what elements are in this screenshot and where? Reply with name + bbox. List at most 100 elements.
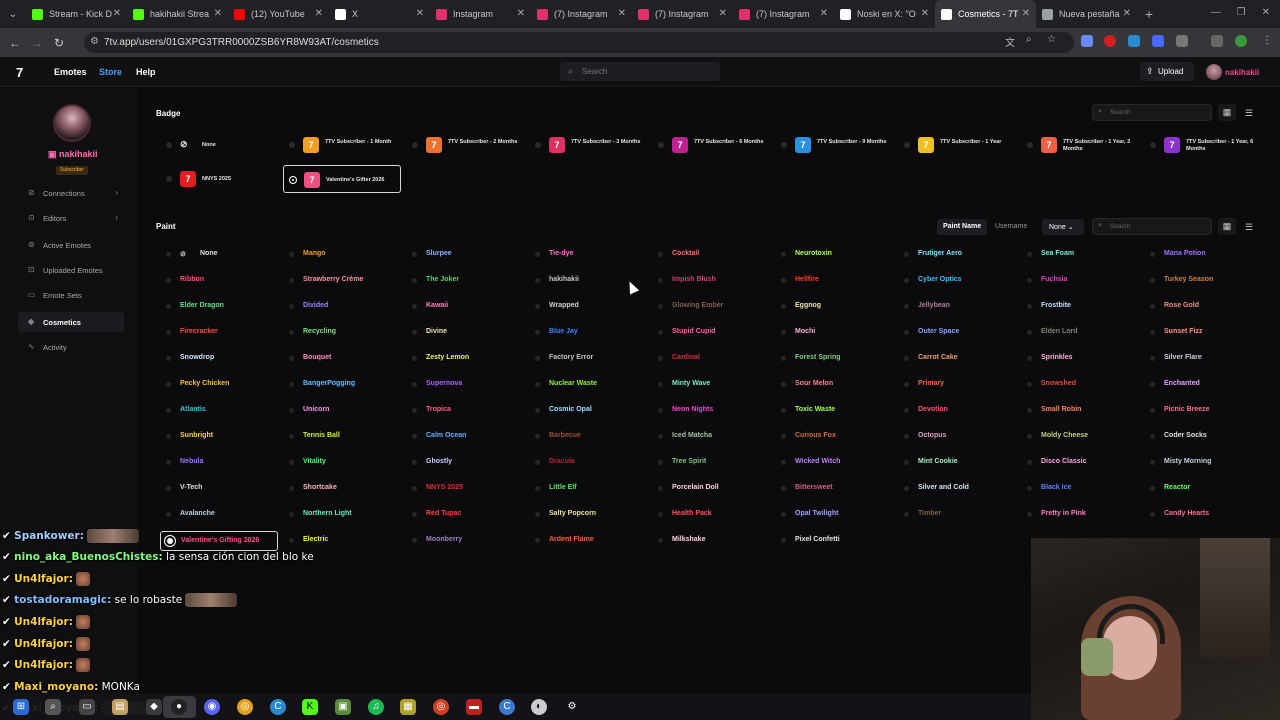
paint-option[interactable]: Carrot Cake: [898, 349, 1016, 369]
header-username[interactable]: nakihakii: [1225, 68, 1259, 77]
radio-button[interactable]: [412, 252, 417, 257]
radio-button[interactable]: [412, 304, 417, 309]
user-avatar[interactable]: [1206, 64, 1222, 80]
extension-icon[interactable]: [1152, 35, 1164, 47]
sidebar-item-connections[interactable]: ⊘ Connections ›: [18, 183, 124, 203]
paint-option[interactable]: Pecky Chicken: [160, 375, 278, 395]
paint-option[interactable]: Hellfire: [775, 271, 893, 291]
paint-option[interactable]: Wicked Witch: [775, 453, 893, 473]
paint-option[interactable]: Nuclear Waste: [529, 375, 647, 395]
close-tab-icon[interactable]: ✕: [921, 8, 929, 19]
paint-option[interactable]: Coder Socks: [1144, 427, 1262, 447]
badge-option[interactable]: 7 7TV Subscriber - 1 Year, 6 Months: [1144, 131, 1262, 159]
badge-option[interactable]: ⊘ None: [160, 131, 278, 159]
radio-button[interactable]: [166, 356, 171, 361]
paint-option[interactable]: Valentine's Gifting 2026: [160, 531, 278, 551]
radio-button[interactable]: [166, 460, 171, 465]
paint-option[interactable]: Iced Matcha: [652, 427, 770, 447]
paint-option[interactable]: Cyber Optics: [898, 271, 1016, 291]
radio-button[interactable]: [289, 538, 294, 543]
paint-option[interactable]: Primary: [898, 375, 1016, 395]
radio-button[interactable]: [1027, 460, 1032, 465]
radio-button[interactable]: [289, 486, 294, 491]
radio-button[interactable]: [781, 382, 786, 387]
paint-option[interactable]: Slurpee: [406, 245, 524, 265]
close-tab-icon[interactable]: ✕: [214, 8, 222, 19]
paint-option[interactable]: Moldy Cheese: [1021, 427, 1139, 447]
radio-button[interactable]: [781, 278, 786, 283]
radio-button[interactable]: [658, 382, 663, 387]
radio-button[interactable]: [166, 408, 171, 413]
radio-button[interactable]: [781, 330, 786, 335]
upload-button[interactable]: ⇪ Upload: [1140, 62, 1194, 81]
reading-list-icon[interactable]: [1211, 35, 1223, 47]
sidebar-item-active-emotes[interactable]: ⊚ Active Emotes: [18, 235, 124, 255]
chrome-icon[interactable]: ◎: [237, 699, 253, 715]
browser-tab[interactable]: Nueva pestaña ✕: [1036, 0, 1137, 28]
radio-button[interactable]: [166, 434, 171, 439]
paint-option[interactable]: Supernova: [406, 375, 524, 395]
paint-option[interactable]: ⊘ None: [160, 245, 278, 265]
search-icon[interactable]: ⌕: [45, 699, 61, 715]
radio-button[interactable]: [535, 512, 540, 517]
radio-button[interactable]: [781, 486, 786, 491]
radio-button[interactable]: [289, 252, 294, 257]
radio-button[interactable]: [1027, 382, 1032, 387]
paint-option[interactable]: Frostbite: [1021, 297, 1139, 317]
7tv-logo[interactable]: 7: [16, 65, 23, 80]
radio-button[interactable]: [904, 304, 909, 309]
paint-filter-select[interactable]: None ⌄: [1042, 219, 1084, 235]
radio-button[interactable]: [904, 486, 909, 491]
maximize-icon[interactable]: ❐: [1237, 7, 1246, 18]
paint-option[interactable]: Porcelain Doll: [652, 479, 770, 499]
back-icon[interactable]: ←: [4, 36, 26, 50]
radio-button[interactable]: [166, 512, 171, 517]
paint-option[interactable]: Curious Fox: [775, 427, 893, 447]
radio-button[interactable]: [781, 356, 786, 361]
sidebar-item-editors[interactable]: ⊙ Editors ›: [18, 208, 124, 228]
radio-button[interactable]: [166, 278, 171, 283]
browser-tab[interactable]: Instagram ✕: [430, 0, 531, 28]
browser-tab[interactable]: Noski en X: "O ✕: [834, 0, 935, 28]
7tv-extension-icon[interactable]: [1128, 35, 1140, 47]
radio-button[interactable]: [904, 252, 909, 257]
nav-store[interactable]: Store: [99, 67, 122, 77]
radio-button[interactable]: [781, 512, 786, 517]
paint-option[interactable]: Frutiger Aero: [898, 245, 1016, 265]
paint-option[interactable]: Northern Light: [283, 505, 401, 525]
paint-option[interactable]: Tie-dye: [529, 245, 647, 265]
radio-button[interactable]: [289, 142, 295, 148]
radio-button[interactable]: [658, 304, 663, 309]
paint-option[interactable]: Picnic Breeze: [1144, 401, 1262, 421]
radio-button[interactable]: [658, 434, 663, 439]
radio-button[interactable]: [535, 434, 540, 439]
paint-option[interactable]: Unicorn: [283, 401, 401, 421]
extensions-puzzle-icon[interactable]: [1176, 35, 1188, 47]
radio-button[interactable]: [535, 142, 541, 148]
radio-button[interactable]: [412, 356, 417, 361]
radio-button[interactable]: [1150, 252, 1155, 257]
radio-button[interactable]: [904, 278, 909, 283]
browser-tab[interactable]: Stream - Kick D ✕: [26, 0, 127, 28]
paint-option[interactable]: Sunset Fizz: [1144, 323, 1262, 343]
radio-button[interactable]: [1027, 304, 1032, 309]
radio-button[interactable]: [1027, 278, 1032, 283]
badge-search-input[interactable]: ⌕ Search: [1092, 104, 1212, 121]
browser-tab[interactable]: Cosmetics - 7T ✕: [935, 0, 1036, 28]
badge-option[interactable]: 7 7TV Subscriber - 6 Months: [652, 131, 770, 159]
task-view-icon[interactable]: ▭: [79, 699, 95, 715]
radio-button[interactable]: [535, 304, 540, 309]
radio-button[interactable]: [166, 252, 171, 257]
paint-option[interactable]: Candy Hearts: [1144, 505, 1262, 525]
paint-option[interactable]: Pretty in Pink: [1021, 505, 1139, 525]
radio-button[interactable]: [781, 142, 787, 148]
badge-option[interactable]: 7 Valentine's Gifter 2026: [283, 165, 401, 193]
paint-option[interactable]: Fuchsia: [1021, 271, 1139, 291]
radio-button[interactable]: [1027, 252, 1032, 257]
radio-button[interactable]: [1027, 486, 1032, 491]
radio-button[interactable]: [289, 382, 294, 387]
paint-option[interactable]: Misty Morning: [1144, 453, 1262, 473]
radio-button[interactable]: [904, 356, 909, 361]
paint-option[interactable]: The Joker: [406, 271, 524, 291]
paint-option[interactable]: Cardinal: [652, 349, 770, 369]
